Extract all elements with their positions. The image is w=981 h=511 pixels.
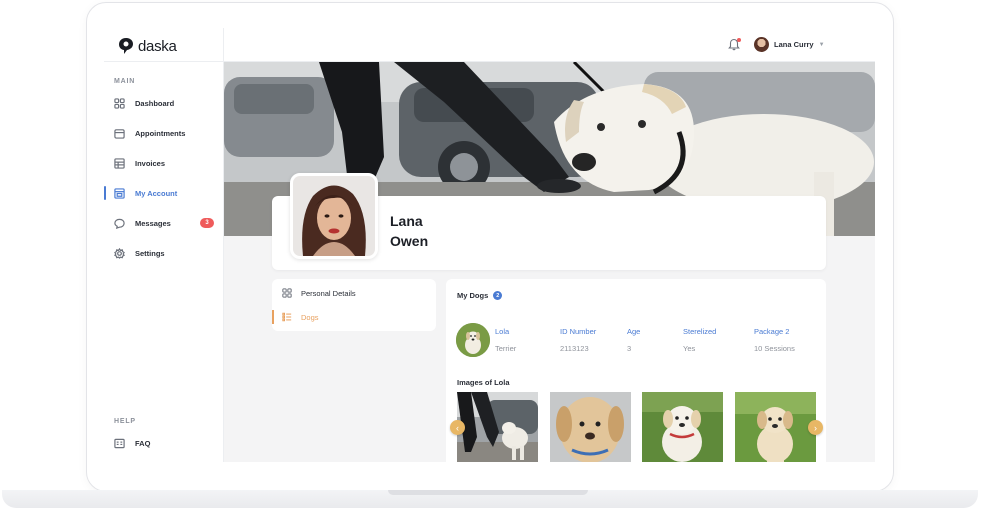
message-icon [114,218,125,229]
dog-image-3[interactable] [642,392,723,462]
dog-image-1-picture [457,392,538,462]
dog-avatar-image [456,323,490,357]
laptop-notch [388,490,588,495]
active-tab-indicator [272,310,274,324]
sterelized-value: Yes [683,344,696,353]
tab-label: Personal Details [301,288,356,298]
avatar [754,37,769,52]
gear-icon [114,247,125,259]
id-number-value: 2113123 [560,344,589,353]
active-indicator [104,186,106,200]
dogs-card: My Dogs 2 Lola Terrier ID Number 2113123… [446,279,826,462]
logo-icon [119,38,133,54]
user-name: Lana Curry [774,40,814,49]
package-value: 10 Sessions [754,344,795,353]
logo[interactable]: daska [118,36,177,56]
dog-image-4-picture [735,392,816,462]
grid-icon [282,288,292,298]
sidebar-item-invoices[interactable]: Invoices [104,152,224,174]
profile-first-name: Lana [390,213,423,229]
dog-avatar[interactable] [456,323,490,357]
tab-personal-details[interactable]: Personal Details [272,282,436,304]
dogs-title: My Dogs 2 [457,291,503,300]
faq-icon [114,438,125,448]
account-icon [114,187,125,199]
user-menu[interactable]: Lana Curry ▼ [754,37,825,52]
sidebar-item-label: Dashboard [135,98,175,108]
sidebar-item-messages[interactable]: Messages 3 [104,212,224,234]
dog-image-2[interactable] [550,392,631,462]
sidebar-item-label: Settings [135,248,165,258]
sidebar-item-dashboard[interactable]: Dashboard [104,92,224,114]
profile-photo[interactable] [290,173,378,259]
sidebar-item-label: Appointments [135,128,186,138]
dogs-title-text: My Dogs [457,291,489,300]
logo-text: daska [138,37,177,55]
sidebar-item-appointments[interactable]: Appointments [104,122,224,144]
dog-image-2-picture [550,392,631,462]
dog-name[interactable]: Lola [495,327,509,336]
carousel-next-button[interactable]: › [808,420,823,435]
sidebar-item-settings[interactable]: Settings [104,242,224,264]
sidebar-divider [104,61,224,62]
list-icon [282,312,292,322]
topbar: Lana Curry ▼ [224,28,875,62]
age-value: 3 [627,344,632,353]
invoice-icon [114,157,125,169]
dog-breed: Terrier [495,344,517,353]
grid-icon [114,97,125,109]
calendar-icon [114,128,125,139]
sidebar: daska MAIN Dashboard Appointments Invoic… [104,28,224,462]
package-header: Package 2 [754,327,790,336]
images-title: Images of Lola [457,378,510,387]
dog-image-4[interactable] [735,392,816,462]
dog-image-1[interactable] [457,392,538,462]
profile-photo-image [293,176,375,256]
sidebar-item-label: Invoices [135,158,166,168]
sidebar-item-my-account[interactable]: My Account [104,182,224,204]
main-section-label: MAIN [114,78,136,85]
laptop-base [2,490,978,508]
help-section-label: HELP [114,418,136,425]
profile-last-name: Owen [390,233,429,249]
dogs-count-badge: 2 [493,291,503,300]
sidebar-item-label: FAQ [135,438,151,448]
notification-dot [737,38,741,42]
age-header: Age [627,327,641,336]
sidebar-item-label: My Account [135,188,178,198]
id-number-header: ID Number [560,327,597,336]
tab-label: Dogs [301,312,319,322]
profile-tabs: Personal Details Dogs [272,279,436,331]
sterelized-header: Sterelized [683,327,717,336]
dog-image-3-picture [642,392,723,462]
app-screen: daska MAIN Dashboard Appointments Invoic… [104,28,875,462]
sidebar-item-faq[interactable]: FAQ [104,432,224,454]
messages-badge: 3 [200,218,214,228]
sidebar-item-label: Messages [135,218,171,228]
tab-dogs[interactable]: Dogs [272,306,436,328]
carousel-prev-button[interactable]: ‹ [450,420,465,435]
profile-name: Lana Owen [390,211,428,251]
chevron-down-icon: ▼ [818,41,825,48]
